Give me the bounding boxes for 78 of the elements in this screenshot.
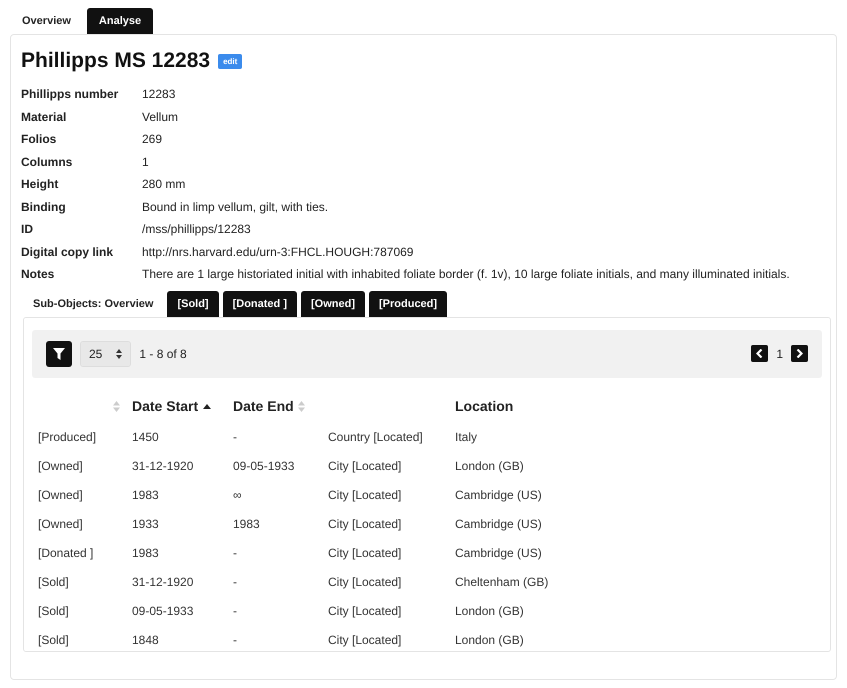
property-value: http://nrs.harvard.edu/urn-3:FHCL.HOUGH:787069 — [142, 244, 414, 260]
property-label: Columns — [21, 154, 74, 170]
table-cell: 09-05-1933 — [233, 459, 294, 473]
page-size-select[interactable]: 25 — [80, 340, 132, 366]
table-cell: 1983 — [132, 546, 159, 560]
sort-ascending-icon[interactable] — [203, 404, 212, 410]
table-cell: [Sold] — [38, 575, 69, 589]
property-value: Bound in limp vellum, gilt, with ties. — [142, 198, 330, 216]
column-heading: Location — [455, 398, 514, 414]
table-cell: City [Located] — [328, 488, 402, 502]
table-cell: Italy — [455, 430, 478, 444]
property-value: /mss/phillipps/12283 — [142, 221, 252, 238]
table-cell: 1933 — [132, 517, 159, 531]
table-cell: City [Located] — [328, 517, 402, 531]
table-cell: City [Located] — [328, 604, 402, 618]
property-value: 1 — [142, 154, 150, 170]
table-cell: 31-12-1920 — [132, 459, 194, 473]
table-cell: [Sold] — [38, 604, 69, 618]
table-cell: Cambridge (US) — [455, 488, 542, 502]
property-label: Material — [21, 108, 68, 126]
property-value: Vellum — [142, 108, 180, 126]
filter-button[interactable] — [46, 340, 72, 366]
tab[interactable]: [Donated ] — [222, 290, 297, 316]
table-cell: - — [233, 575, 237, 589]
table-cell: Cambridge (US) — [455, 517, 542, 531]
table-cell: [Owned] — [38, 517, 83, 531]
tab[interactable]: Analyse — [86, 8, 154, 34]
chevron-left-icon — [756, 349, 764, 358]
table-cell: - — [233, 604, 237, 618]
property-value: There are 1 large historiated initial with inhabited foliate border (f. 1v), 10 large foliate initials, and many illuminated initials. — [142, 266, 791, 283]
table-cell: City [Located] — [328, 546, 402, 560]
property-label: Notes — [21, 266, 56, 283]
property-label: Binding — [21, 198, 67, 216]
previous-page-button[interactable] — [751, 345, 768, 362]
table-cell: Cheltenham (GB) — [455, 575, 548, 589]
table-cell: [Donated ] — [38, 546, 94, 560]
table-cell: City [Located] — [328, 575, 402, 589]
table-cell: London (GB) — [455, 604, 524, 618]
table-cell: ∞ — [233, 488, 242, 502]
property-value: 12283 — [142, 86, 176, 103]
table-cell: 1450 — [132, 430, 159, 444]
tab[interactable]: [Produced] — [369, 290, 448, 316]
stepper-icon — [116, 348, 122, 358]
table-cell: 1983 — [132, 488, 159, 502]
table-cell: [Owned] — [38, 488, 83, 502]
property-label: Height — [21, 176, 60, 193]
table-cell: - — [233, 430, 237, 444]
property-label: ID — [21, 221, 34, 238]
table-cell: - — [233, 633, 237, 647]
filter-icon — [53, 348, 65, 360]
property-label: Phillipps number — [21, 86, 120, 103]
property-value: 280 mm — [142, 176, 186, 193]
tab[interactable]: [Sold] — [167, 290, 219, 316]
property-value: 269 — [142, 131, 164, 148]
table-cell: 1848 — [132, 633, 159, 647]
table-cell: Country [Located] — [328, 430, 423, 444]
table-cell: 1983 — [233, 517, 260, 531]
table-cell: City [Located] — [328, 459, 402, 473]
column-heading[interactable]: Date End — [233, 398, 294, 414]
table-cell: London (GB) — [455, 459, 524, 473]
table-cell: Cambridge (US) — [455, 546, 542, 560]
tab[interactable]: [Owned] — [301, 290, 365, 316]
column-heading[interactable]: Date Start — [132, 398, 198, 414]
property-label: Digital copy link — [21, 244, 114, 260]
table-cell: [Owned] — [38, 459, 83, 473]
result-range: 1 - 8 of 8 — [139, 346, 187, 360]
table-cell: 31-12-1920 — [132, 575, 194, 589]
table-cell: London (GB) — [455, 633, 524, 647]
table-cell: [Sold] — [38, 633, 69, 647]
table-cell: [Produced] — [38, 430, 96, 444]
table-cell: - — [233, 546, 237, 560]
table-cell: City [Located] — [328, 633, 402, 647]
page-title: Phillipps MS 12283 — [21, 49, 210, 73]
page-number: 1 — [776, 346, 783, 360]
chevron-right-icon — [796, 349, 803, 358]
property-label: Folios — [21, 131, 58, 148]
next-page-button[interactable] — [791, 345, 808, 362]
table-cell: 09-05-1933 — [132, 604, 194, 618]
